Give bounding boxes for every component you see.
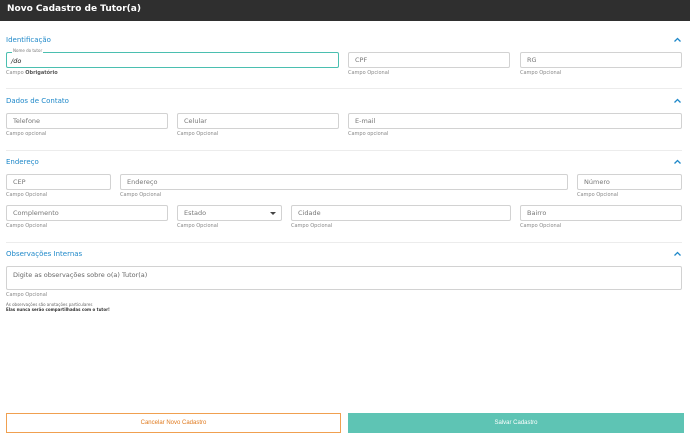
telefone-hint: Campo opcional	[6, 131, 47, 137]
telefone-field[interactable]: Telefone	[6, 113, 168, 129]
caret-down-icon	[270, 212, 276, 215]
section-title-identificacao: Identificação	[6, 36, 51, 44]
complemento-hint: Campo Opcional	[6, 223, 48, 229]
bairro-placeholder: Bairro	[527, 209, 547, 217]
celular-placeholder: Celular	[184, 117, 207, 125]
numero-hint: Campo Opcional	[577, 192, 619, 198]
nome-hint: Campo Obrigatório	[6, 70, 58, 76]
chevron-up-icon[interactable]	[673, 251, 682, 257]
chevron-up-icon[interactable]	[673, 98, 682, 104]
email-hint: Campo opcional	[348, 131, 389, 137]
rg-placeholder: RG	[527, 56, 537, 64]
chevron-up-icon[interactable]	[673, 37, 682, 43]
celular-field[interactable]: Celular	[177, 113, 339, 129]
divider	[6, 242, 682, 243]
bairro-hint: Campo Opcional	[520, 223, 562, 229]
divider	[6, 150, 682, 151]
email-field[interactable]: E-mail	[348, 113, 682, 129]
section-title-contato: Dados de Contato	[6, 97, 69, 105]
cidade-placeholder: Cidade	[298, 209, 321, 217]
section-title-endereco: Endereço	[6, 158, 39, 166]
nome-field-value: /do	[11, 57, 22, 65]
estado-placeholder: Estado	[184, 209, 207, 217]
email-placeholder: E-mail	[355, 117, 376, 125]
complemento-placeholder: Complemento	[13, 209, 59, 217]
page-title: Novo Cadastro de Tutor(a)	[7, 4, 141, 14]
numero-placeholder: Número	[584, 178, 610, 186]
cep-field[interactable]: CEP	[6, 174, 111, 190]
complemento-field[interactable]: Complemento	[6, 205, 168, 221]
cidade-field[interactable]: Cidade	[291, 205, 511, 221]
endereco-placeholder: Endereço	[127, 178, 158, 186]
cidade-hint: Campo Opcional	[291, 223, 333, 229]
telefone-placeholder: Telefone	[13, 117, 41, 125]
cpf-placeholder: CPF	[355, 56, 368, 64]
observacoes-hint: Campo Opcional	[6, 292, 48, 298]
cep-hint: Campo Opcional	[6, 192, 48, 198]
chevron-up-icon[interactable]	[673, 159, 682, 165]
celular-hint: Campo Opcional	[177, 131, 219, 137]
estado-hint: Campo Opcional	[177, 223, 219, 229]
cpf-hint: Campo Opcional	[348, 70, 390, 76]
cancel-button[interactable]: Cancelar Novo Cadastro	[6, 413, 341, 433]
cpf-field[interactable]: CPF	[348, 52, 510, 68]
app-header: Novo Cadastro de Tutor(a)	[0, 0, 690, 21]
observacoes-placeholder: Digite as observações sobre o(a) Tutor(a…	[13, 271, 148, 279]
divider	[6, 88, 682, 89]
section-title-observacoes: Observações Internas	[6, 250, 83, 258]
observacoes-note-line2: Elas nunca serão compartilhadas com o tu…	[6, 307, 110, 312]
nome-field-label: Nome do tutor	[12, 48, 44, 53]
cep-placeholder: CEP	[13, 178, 26, 186]
numero-field[interactable]: Número	[577, 174, 682, 190]
estado-select[interactable]: Estado	[177, 205, 282, 221]
endereco-field[interactable]: Endereço	[120, 174, 568, 190]
bairro-field[interactable]: Bairro	[520, 205, 682, 221]
rg-hint: Campo Opcional	[520, 70, 562, 76]
observacoes-textarea[interactable]: Digite as observações sobre o(a) Tutor(a…	[6, 266, 682, 290]
endereco-hint: Campo Opcional	[120, 192, 162, 198]
rg-field[interactable]: RG	[520, 52, 682, 68]
nome-field[interactable]: Nome do tutor /do	[6, 48, 339, 68]
save-button[interactable]: Salvar Cadastro	[348, 413, 684, 433]
